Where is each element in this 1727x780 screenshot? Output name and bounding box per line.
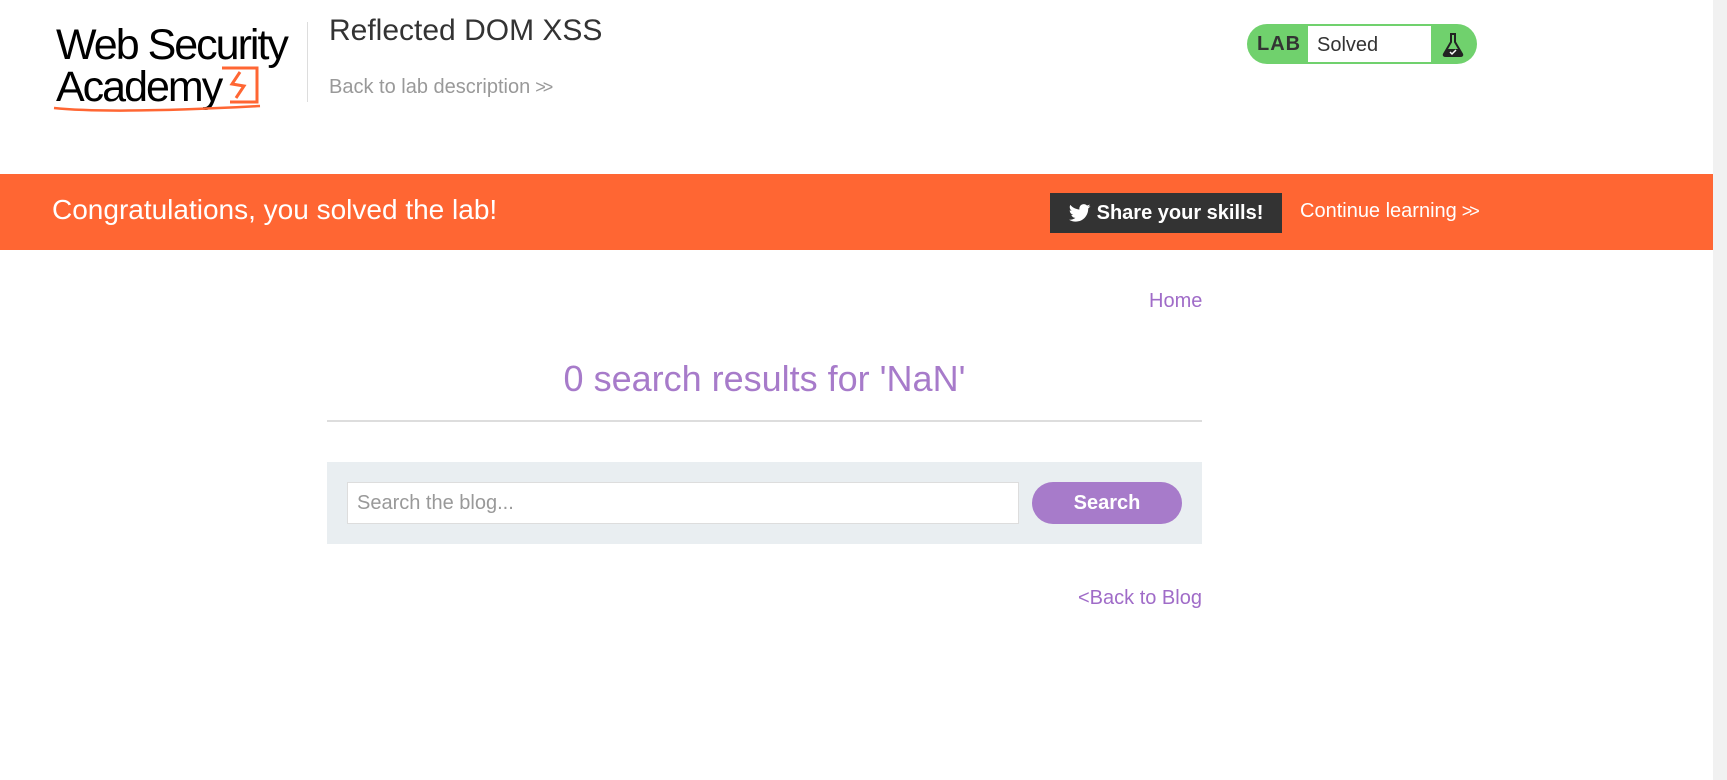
continue-learning-link[interactable]: Continue learning >> <box>1300 200 1480 223</box>
search-results-heading: 0 search results for 'NaN' <box>563 358 966 399</box>
logo-mark-icon <box>53 66 261 112</box>
lab-status-badge: LAB Solved <box>1247 24 1477 64</box>
continue-learning-label: Continue learning <box>1300 200 1457 222</box>
share-skills-button[interactable]: Share your skills! <box>1050 193 1282 233</box>
lab-title: Reflected DOM XSS <box>329 14 603 47</box>
lab-status-value: Solved <box>1308 26 1431 62</box>
lab-solved-banner: Congratulations, you solved the lab! Sha… <box>0 174 1713 250</box>
twitter-icon <box>1068 204 1091 222</box>
results-divider <box>327 420 1202 422</box>
vertical-scrollbar[interactable] <box>1713 0 1727 780</box>
lab-status-label: LAB <box>1257 33 1302 55</box>
back-to-lab-description-label: Back to lab description <box>329 76 531 98</box>
back-to-blog-link[interactable]: <Back to Blog <box>1078 587 1202 610</box>
back-to-lab-description-link[interactable]: Back to lab description >> <box>329 76 553 99</box>
search-input[interactable] <box>347 482 1019 524</box>
chevron-double-right-icon: >> <box>1461 201 1480 221</box>
solved-message: Congratulations, you solved the lab! <box>52 194 498 225</box>
home-link[interactable]: Home <box>1149 290 1202 313</box>
share-skills-label: Share your skills! <box>1096 202 1264 224</box>
flask-icon <box>1442 33 1464 57</box>
web-security-academy-logo[interactable]: Web Security Academy <box>52 22 312 114</box>
chevron-double-right-icon: >> <box>535 77 553 97</box>
search-button[interactable]: Search <box>1032 482 1182 524</box>
search-panel: Search <box>327 462 1202 544</box>
header-divider <box>307 22 308 102</box>
